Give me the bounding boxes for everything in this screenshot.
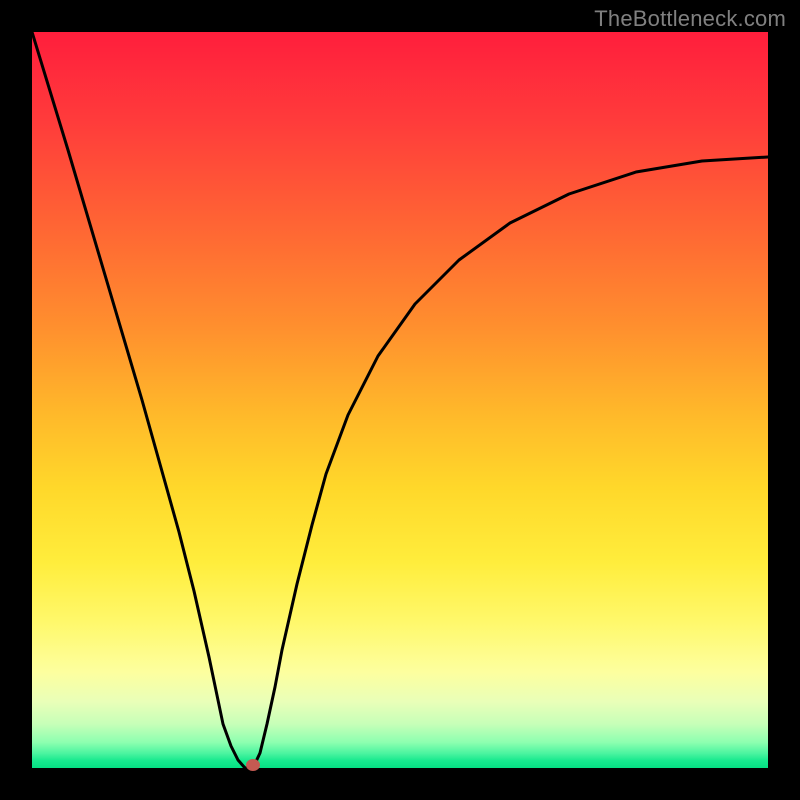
minimum-marker xyxy=(246,759,260,771)
chart-frame: TheBottleneck.com xyxy=(0,0,800,800)
watermark-text: TheBottleneck.com xyxy=(594,6,786,32)
plot-area xyxy=(32,32,768,768)
curve-svg xyxy=(32,32,768,768)
bottleneck-curve xyxy=(32,32,768,768)
